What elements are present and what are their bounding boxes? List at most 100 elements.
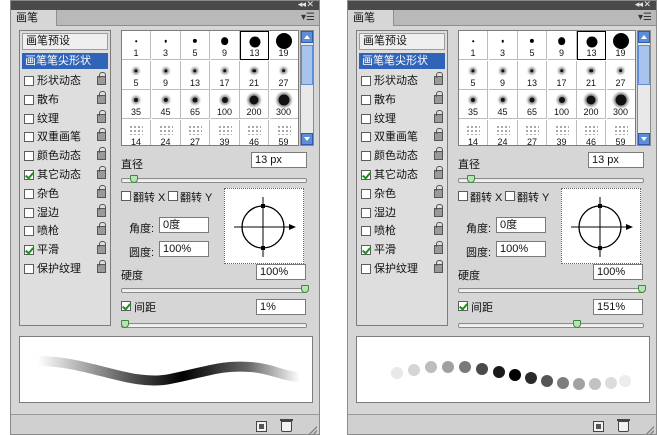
option-row[interactable]: 平滑	[359, 241, 445, 258]
option-row[interactable]: 形状动态	[359, 72, 445, 89]
hardness-slider[interactable]	[121, 288, 307, 293]
option-row[interactable]: 保护纹理	[359, 260, 445, 277]
option-row[interactable]: 散布	[22, 90, 108, 108]
brush-tip[interactable]: 9	[547, 31, 577, 60]
brush-tip[interactable]: 21	[577, 60, 606, 90]
brush-tip[interactable]: 13	[181, 60, 210, 90]
option-row[interactable]: 散布	[359, 90, 445, 108]
brush-tip[interactable]: 14	[122, 119, 151, 145]
tab-brush[interactable]: 画笔	[348, 10, 394, 26]
lock-icon[interactable]	[97, 147, 106, 161]
angle-field[interactable]: 0度	[159, 217, 209, 233]
brush-tip[interactable]: 39	[548, 119, 577, 145]
brush-tip[interactable]: 9	[210, 31, 240, 60]
diameter-slider[interactable]	[121, 178, 307, 183]
lock-icon[interactable]	[434, 166, 443, 179]
brush-tip[interactable]: 59	[607, 119, 635, 145]
brush-tip[interactable]: 17	[210, 60, 240, 90]
brush-tip[interactable]: 5	[518, 31, 547, 60]
brush-tip[interactable]: 1	[459, 31, 488, 60]
option-row[interactable]: 其它动态	[359, 166, 445, 183]
lock-icon[interactable]	[434, 109, 443, 123]
option-row[interactable]: 杂色	[359, 184, 445, 202]
spacing-checkbox[interactable]	[121, 301, 131, 311]
option-row[interactable]: 湿边	[22, 203, 108, 221]
lock-icon[interactable]	[434, 72, 443, 85]
angle-crosshair-icon[interactable]	[562, 189, 642, 265]
option-checkbox[interactable]	[24, 188, 34, 199]
brush-tip[interactable]: 100	[210, 90, 240, 119]
angle-roundness-editor[interactable]	[224, 188, 304, 264]
option-checkbox[interactable]	[24, 132, 34, 143]
brush-tip[interactable]: 13	[518, 60, 547, 90]
tab-brush[interactable]: 画笔	[11, 10, 57, 26]
brush-tip[interactable]: 1	[122, 31, 151, 60]
option-checkbox[interactable]	[361, 76, 371, 86]
brush-tip-shape-item[interactable]: 画笔笔尖形状	[22, 53, 108, 69]
option-row[interactable]: 双重画笔	[359, 128, 445, 145]
lock-icon[interactable]	[434, 203, 443, 217]
brush-tip[interactable]: 5	[181, 31, 210, 60]
option-row[interactable]: 喷枪	[359, 222, 445, 239]
option-row[interactable]: 纹理	[22, 109, 108, 127]
brush-grid-scrollbar[interactable]	[300, 30, 314, 146]
brush-tip[interactable]: 21	[240, 60, 269, 90]
brush-tip[interactable]: 27	[269, 60, 298, 90]
lock-icon[interactable]	[434, 147, 443, 161]
brush-presets-button[interactable]: 画笔预设	[359, 33, 445, 50]
angle-field[interactable]: 0度	[496, 217, 546, 233]
option-row[interactable]: 喷枪	[22, 222, 108, 239]
panel-title-bar[interactable]: ◂◂ ✕	[11, 1, 319, 10]
flip-y-checkbox[interactable]	[168, 191, 178, 201]
spacing-slider-knob[interactable]	[121, 320, 129, 328]
lock-icon[interactable]	[97, 109, 106, 123]
brush-tip[interactable]: 24	[489, 119, 518, 145]
spacing-checkbox[interactable]	[458, 301, 468, 311]
option-row[interactable]: 双重画笔	[22, 128, 108, 145]
scroll-down-icon[interactable]	[301, 133, 313, 145]
brush-tip[interactable]: 5	[122, 60, 151, 90]
lock-icon[interactable]	[97, 72, 106, 85]
brush-tip[interactable]: 19	[269, 31, 298, 60]
scroll-thumb[interactable]	[301, 45, 313, 85]
lock-icon[interactable]	[97, 184, 106, 198]
option-checkbox[interactable]	[24, 151, 34, 162]
option-checkbox[interactable]	[361, 207, 371, 218]
lock-icon[interactable]	[434, 128, 443, 142]
resize-grip-icon[interactable]	[646, 426, 654, 434]
angle-crosshair-icon[interactable]	[225, 189, 305, 265]
option-checkbox[interactable]	[24, 226, 34, 237]
brush-tip[interactable]: 300	[606, 90, 635, 119]
brush-tip[interactable]: 9	[488, 60, 518, 90]
brush-tip[interactable]: 24	[152, 119, 181, 145]
brush-tip[interactable]: 65	[518, 90, 547, 119]
brush-tip[interactable]: 13	[577, 31, 606, 60]
brush-tip[interactable]: 200	[577, 90, 606, 119]
lock-icon[interactable]	[434, 184, 443, 198]
brush-tip[interactable]: 5	[459, 60, 488, 90]
brush-tip[interactable]: 3	[151, 31, 181, 60]
brush-tip-shape-item[interactable]: 画笔笔尖形状	[359, 53, 445, 69]
brush-tip[interactable]: 39	[211, 119, 240, 145]
option-checkbox[interactable]	[361, 170, 371, 180]
brush-tip[interactable]: 45	[488, 90, 518, 119]
scroll-up-icon[interactable]	[301, 31, 313, 43]
option-checkbox[interactable]	[361, 94, 371, 105]
panel-menu-icon[interactable]: ▾☰	[638, 11, 652, 25]
collapse-icon[interactable]: ◂◂ ✕	[635, 1, 651, 10]
brush-tip[interactable]: 35	[122, 90, 151, 119]
option-checkbox[interactable]	[361, 113, 371, 124]
lock-icon[interactable]	[97, 128, 106, 142]
brush-tip[interactable]: 300	[269, 90, 298, 119]
option-row[interactable]: 保护纹理	[22, 260, 108, 277]
hardness-slider-knob[interactable]	[638, 285, 646, 293]
brush-tip[interactable]: 27	[606, 60, 635, 90]
diameter-field[interactable]: 13 px	[588, 152, 644, 168]
option-checkbox[interactable]	[361, 132, 371, 143]
option-row[interactable]: 颜色动态	[359, 147, 445, 164]
brush-tip[interactable]: 19	[606, 31, 635, 60]
option-row[interactable]: 杂色	[22, 184, 108, 202]
option-row[interactable]: 纹理	[359, 109, 445, 127]
spacing-field[interactable]: 151%	[593, 299, 643, 315]
brush-grid-scrollbar[interactable]	[637, 30, 651, 146]
